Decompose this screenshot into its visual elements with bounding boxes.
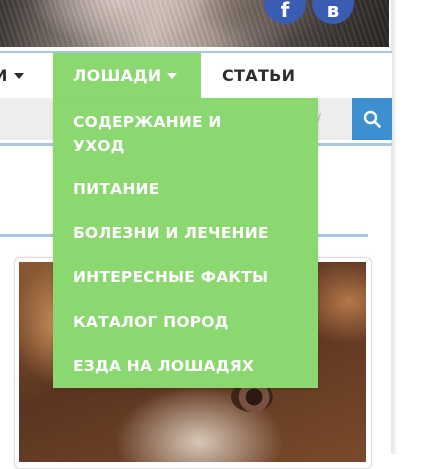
nav-item-previous[interactable]: И	[0, 53, 24, 98]
facebook-glyph: f	[280, 0, 290, 22]
caret-down-icon	[167, 72, 178, 79]
search-icon	[363, 110, 381, 128]
page-shadow	[392, 0, 397, 454]
dropdown-item-label: ПИТАНИЕ	[73, 180, 160, 198]
dropdown-item-riding[interactable]: ЕЗДА НА ЛОШАДЯХ	[73, 354, 308, 378]
nav-item-articles[interactable]: СТАТЬИ	[222, 53, 295, 98]
nav-item-label: И	[0, 66, 8, 85]
dropdown-item-label: БОЛЕЗНИ И ЛЕЧЕНИЕ	[73, 224, 269, 242]
vk-glyph: в	[326, 0, 340, 22]
dropdown-item-label: СОДЕРЖАНИЕ И	[73, 113, 222, 131]
nav-item-label: ЛОШАДИ	[73, 66, 162, 85]
dropdown-item-care[interactable]: СОДЕРЖАНИЕ И УХОД	[73, 110, 308, 158]
dropdown-item-facts[interactable]: ИНТЕРЕСНЫЕ ФАКТЫ	[73, 265, 308, 289]
nav-item-label: СТАТЬИ	[222, 66, 296, 85]
dropdown-item-label-line2: УХОД	[73, 137, 125, 155]
horses-dropdown-menu: СОДЕРЖАНИЕ И УХОД ПИТАНИЕ БОЛЕЗНИ И ЛЕЧЕ…	[53, 98, 318, 388]
dropdown-item-label: ЕЗДА НА ЛОШАДЯХ	[73, 357, 255, 375]
main-nav: И ЛОШАДИ СТАТЬИ	[0, 53, 392, 98]
dropdown-item-nutrition[interactable]: ПИТАНИЕ	[73, 177, 308, 201]
search-button[interactable]	[352, 98, 392, 140]
dropdown-item-diseases[interactable]: БОЛЕЗНИ И ЛЕЧЕНИЕ	[73, 221, 308, 245]
caret-down-icon	[13, 72, 24, 79]
header-image: f в	[0, 0, 389, 47]
dropdown-item-label: КАТАЛОГ ПОРОД	[73, 313, 229, 331]
dropdown-item-label: ИНТЕРЕСНЫЕ ФАКТЫ	[73, 268, 269, 286]
dropdown-item-breeds[interactable]: КАТАЛОГ ПОРОД	[73, 310, 308, 334]
nav-item-horses[interactable]: ЛОШАДИ	[53, 53, 201, 98]
